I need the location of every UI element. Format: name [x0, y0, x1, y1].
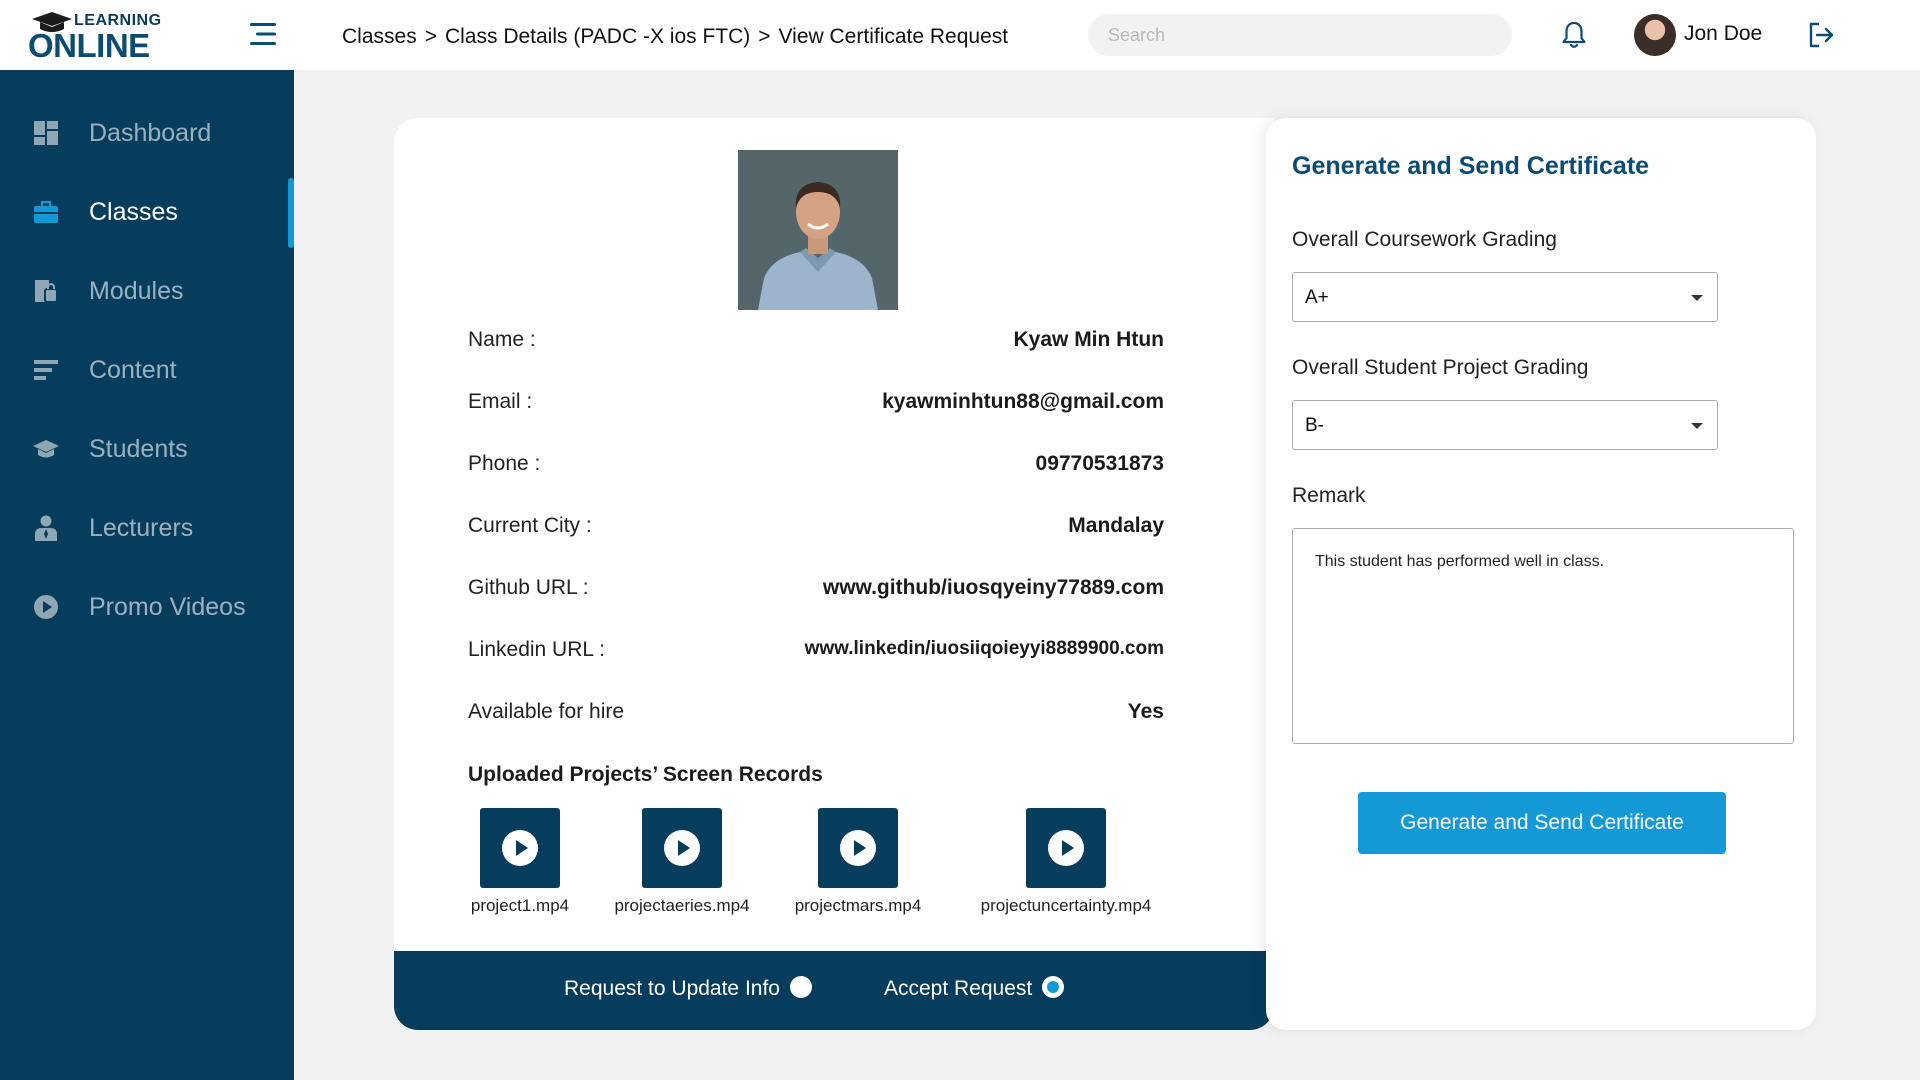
- coursework-grading-select[interactable]: A+: [1292, 272, 1718, 322]
- sidebar-item-label: Dashboard: [89, 119, 212, 147]
- field-value: Yes: [1127, 700, 1164, 723]
- content-icon: [34, 360, 58, 380]
- field-value: kyawminhtun88@gmail.com: [882, 390, 1164, 413]
- field-value[interactable]: www.linkedin/iuosiiqoieyyi8889900.com: [805, 638, 1164, 660]
- video-item[interactable]: project1.mp4: [468, 808, 572, 916]
- request-update-info-option[interactable]: Request to Update Info: [564, 976, 812, 1001]
- select-value: A+: [1305, 287, 1329, 308]
- field-value[interactable]: www.github/iuosqyeiny77889.com: [823, 576, 1164, 600]
- field-value: Mandalay: [1068, 514, 1164, 537]
- play-circle-icon: [34, 595, 58, 619]
- breadcrumb-current-page: View Certificate Request: [778, 25, 1009, 48]
- breadcrumb-classes[interactable]: Classes: [342, 25, 417, 49]
- field-label: Phone :: [468, 452, 541, 475]
- sidebar-item-label: Modules: [89, 277, 184, 305]
- video-filename: project1.mp4: [470, 896, 570, 915]
- sidebar-item-label: Lecturers: [89, 514, 194, 542]
- field-value: Kyaw Min Htun: [1013, 328, 1165, 351]
- info-row-email: Email : kyawminhtun88@gmail.com: [468, 390, 1164, 420]
- field-label: Email :: [468, 390, 533, 413]
- play-icon: [502, 830, 538, 866]
- breadcrumb: Classes > Class Details (PADC -X ios FTC) >…: [342, 25, 1008, 49]
- video-item[interactable]: projectmars.mp4: [788, 808, 928, 916]
- student-details-card: Name : Kyaw Min Htun Email : kyawminhtun…: [394, 118, 1274, 1030]
- remark-label: Remark: [1292, 484, 1366, 507]
- info-row-name: Name : Kyaw Min Htun: [468, 328, 1164, 358]
- dashboard-icon: [34, 121, 58, 145]
- info-row-city: Current City : Mandalay: [468, 514, 1164, 544]
- user-avatar[interactable]: [1634, 14, 1676, 56]
- field-label: Available for hire: [468, 700, 625, 723]
- sidebar-item-modules[interactable]: Modules: [0, 261, 294, 321]
- video-item[interactable]: projectaeries.mp4: [607, 808, 757, 916]
- info-row-phone: Phone : 09770531873: [468, 452, 1164, 482]
- info-row-github: Github URL : www.github/iuosqyeiny77889.…: [468, 576, 1164, 606]
- sidebar: Dashboard Classes Modules Content Studen…: [0, 70, 294, 1080]
- sidebar-item-dashboard[interactable]: Dashboard: [0, 103, 294, 163]
- sidebar-item-label: Students: [89, 435, 188, 463]
- hamburger-menu-icon[interactable]: [248, 20, 278, 48]
- video-thumbnail[interactable]: [642, 808, 722, 888]
- modules-icon: [35, 280, 58, 303]
- sidebar-item-promo-videos[interactable]: Promo Videos: [0, 577, 294, 637]
- field-label: Github URL :: [468, 576, 589, 599]
- lecturer-icon: [35, 515, 57, 541]
- sidebar-item-content[interactable]: Content: [0, 340, 294, 400]
- field-label: Name :: [468, 328, 536, 351]
- breadcrumb-separator: >: [758, 25, 771, 48]
- field-label: Linkedin URL :: [468, 638, 605, 661]
- student-photo: [738, 150, 898, 310]
- chevron-down-icon: [1691, 295, 1703, 301]
- chevron-down-icon: [1691, 423, 1703, 429]
- video-item[interactable]: projectuncertainty.mp4: [970, 808, 1162, 916]
- notification-bell-icon[interactable]: [1560, 20, 1588, 50]
- request-action-bar: Request to Update Info Accept Request: [394, 951, 1274, 1030]
- learning-online-logo[interactable]: LEARNING ONLINE: [28, 10, 178, 64]
- play-icon: [664, 830, 700, 866]
- field-label: Current City :: [468, 514, 592, 537]
- accept-request-option[interactable]: Accept Request: [884, 976, 1065, 1001]
- radio-button[interactable]: [789, 976, 812, 999]
- remark-textarea[interactable]: This student has performed well in class…: [1292, 528, 1794, 744]
- projects-section-title: Uploaded Projects’ Screen Records: [468, 763, 823, 786]
- sidebar-item-classes[interactable]: Classes: [0, 182, 294, 242]
- select-value: B-: [1305, 415, 1324, 436]
- generate-send-certificate-button[interactable]: Generate and Send Certificate: [1358, 792, 1726, 854]
- logout-icon[interactable]: [1806, 20, 1836, 50]
- info-row-linkedin: Linkedin URL : www.linkedin/iuosiiqoieyy…: [468, 638, 1164, 668]
- video-thumbnail[interactable]: [1026, 808, 1106, 888]
- coursework-grading-label: Overall Coursework Grading: [1292, 228, 1557, 251]
- project-grading-select[interactable]: B-: [1292, 400, 1718, 450]
- radio-button-selected[interactable]: [1042, 976, 1065, 999]
- option-label: Request to Update Info: [564, 977, 780, 1000]
- sidebar-item-lecturers[interactable]: Lecturers: [0, 498, 294, 558]
- breadcrumb-class-details[interactable]: Class Details (PADC -X ios FTC): [445, 25, 750, 49]
- breadcrumb-separator: >: [424, 25, 437, 48]
- active-nav-indicator: [288, 178, 294, 248]
- project-grading-label: Overall Student Project Grading: [1292, 356, 1589, 379]
- sidebar-item-label: Classes: [89, 198, 178, 226]
- field-value: 09770531873: [1035, 452, 1164, 475]
- video-filename: projectmars.mp4: [794, 896, 922, 915]
- briefcase-icon: [34, 201, 58, 223]
- sidebar-item-students[interactable]: Students: [0, 419, 294, 479]
- top-bar: LEARNING ONLINE Classes > Class Details (P…: [0, 0, 1920, 70]
- certificate-panel-title: Generate and Send Certificate: [1292, 152, 1650, 180]
- info-row-available-for-hire: Available for hire Yes: [468, 700, 1164, 730]
- search-input[interactable]: [1088, 14, 1512, 56]
- certificate-panel: Generate and Send Certificate Overall Co…: [1266, 118, 1816, 1030]
- option-label: Accept Request: [884, 977, 1033, 1000]
- video-thumbnail[interactable]: [818, 808, 898, 888]
- video-filename: projectuncertainty.mp4: [980, 896, 1152, 915]
- video-thumbnail[interactable]: [480, 808, 560, 888]
- play-icon: [840, 830, 876, 866]
- logo-text-online: ONLINE: [28, 27, 150, 64]
- user-name[interactable]: Jon Doe: [1684, 22, 1762, 46]
- play-icon: [1048, 830, 1084, 866]
- sidebar-item-label: Promo Videos: [89, 593, 246, 621]
- graduation-cap-icon: [33, 440, 59, 458]
- video-filename: projectaeries.mp4: [614, 896, 750, 915]
- sidebar-item-label: Content: [89, 356, 177, 384]
